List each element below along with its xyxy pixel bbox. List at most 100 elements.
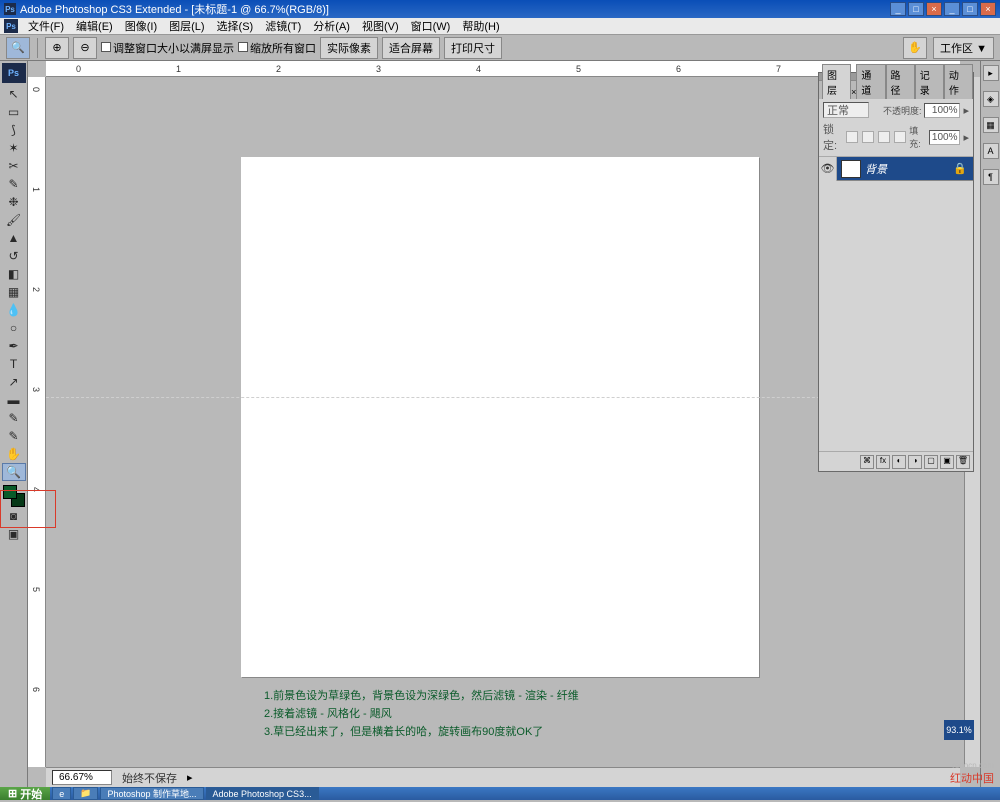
panel-tabs: 图层 × 通道 路径 记录 动作 [819, 81, 973, 99]
layer-list: 👁 背景 🔒 [819, 157, 973, 451]
zoom-out-icon[interactable]: ⊖ [73, 37, 97, 59]
pen-tool[interactable]: ✒ [2, 337, 26, 355]
new-layer-icon[interactable]: ▣ [940, 455, 954, 469]
zoom-tool[interactable]: 🔍 [2, 463, 26, 481]
crop-tool[interactable]: ✂ [2, 157, 26, 175]
dock-expand-icon[interactable]: ▸ [983, 65, 999, 81]
link-icon[interactable]: ⌘ [860, 455, 874, 469]
zoom-field[interactable]: 66.67% [52, 770, 112, 785]
layer-name: 背景 [865, 161, 887, 177]
lasso-tool[interactable]: ⟆ [2, 121, 26, 139]
path-tool[interactable]: ↗ [2, 373, 26, 391]
layer-thumbnail[interactable] [841, 160, 861, 178]
opt-zoomall-check[interactable]: 缩放所有窗口 [238, 40, 316, 56]
fx-icon[interactable]: fx [876, 455, 890, 469]
navigator-zoom[interactable]: 93.1% [944, 720, 974, 740]
trash-icon[interactable]: 🗑 [956, 455, 970, 469]
ps-icon: Ps [4, 19, 18, 33]
maximize-button[interactable]: □ [908, 2, 924, 16]
eraser-tool[interactable]: ◧ [2, 265, 26, 283]
fit-screen-button[interactable]: 适合屏幕 [382, 37, 440, 59]
minimize-button[interactable]: _ [890, 2, 906, 16]
visibility-icon[interactable]: 👁 [819, 157, 837, 181]
taskbar: ⊞开始 e 📁 Photoshop 制作草地... Adobe Photosho… [0, 787, 1000, 800]
opt-resize-check[interactable]: 调整窗口大小以满屏显示 [101, 40, 234, 56]
doc-info-arrow[interactable]: ▸ [187, 771, 193, 784]
taskbar-item-2[interactable]: Adobe Photoshop CS3... [206, 787, 319, 800]
fill-field[interactable]: 100% [929, 130, 961, 145]
doc-maximize-button[interactable]: □ [962, 2, 978, 16]
gradient-tool[interactable]: ▦ [2, 283, 26, 301]
notes-tool[interactable]: ✎ [2, 409, 26, 427]
toolbox-header[interactable]: Ps [2, 63, 26, 83]
type-tool[interactable]: T [2, 355, 26, 373]
dock-char-icon[interactable]: A [983, 143, 999, 159]
hand-icon[interactable]: ✋ [903, 37, 927, 59]
tab-paths[interactable]: 路径 [886, 64, 915, 99]
lock-pixels-icon[interactable] [862, 131, 874, 143]
print-size-button[interactable]: 打印尺寸 [444, 37, 502, 59]
blur-tool[interactable]: 💧 [2, 301, 26, 319]
shape-tool[interactable]: ▬ [2, 391, 26, 409]
doc-minimize-button[interactable]: _ [944, 2, 960, 16]
dock-color-icon[interactable]: ▦ [983, 117, 999, 133]
tab-actions[interactable]: 动作 [944, 64, 973, 99]
hand-tool[interactable]: ✋ [2, 445, 26, 463]
menu-view[interactable]: 视图(V) [356, 17, 405, 35]
layers-panel: 图层 × 通道 路径 记录 动作 正常 不透明度: 100% ▸ 锁定: 填充:… [818, 72, 974, 472]
marquee-tool[interactable]: ▭ [2, 103, 26, 121]
fill-arrow-icon[interactable]: ▸ [963, 131, 969, 144]
toolbox: Ps ↖ ▭ ⟆ ✶ ✂ ✎ ❉ 🖌 ▲ ↺ ◧ ▦ 💧 ○ ✒ T ↗ ▬ ✎… [0, 61, 28, 787]
doc-close-button[interactable]: × [980, 2, 996, 16]
history-brush-tool[interactable]: ↺ [2, 247, 26, 265]
dock-navigator-icon[interactable]: ◈ [983, 91, 999, 107]
stamp-tool[interactable]: ▲ [2, 229, 26, 247]
zoom-tool-icon[interactable]: 🔍 [6, 37, 30, 59]
tab-history[interactable]: 记录 [915, 64, 944, 99]
opacity-field[interactable]: 100% [924, 103, 960, 118]
start-button[interactable]: ⊞开始 [0, 787, 50, 800]
move-tool[interactable]: ↖ [2, 85, 26, 103]
mask-icon[interactable]: ◐ [892, 455, 906, 469]
tutorial-highlight [0, 490, 56, 528]
brush-tool[interactable]: 🖌 [2, 211, 26, 229]
dock-paragraph-icon[interactable]: ¶ [983, 169, 999, 185]
zoom-in-icon[interactable]: ⊕ [45, 37, 69, 59]
lock-position-icon[interactable] [878, 131, 890, 143]
tab-layers[interactable]: 图层 [822, 64, 851, 99]
taskbar-item-1[interactable]: Photoshop 制作草地... [100, 787, 203, 800]
window-title: Adobe Photoshop CS3 Extended - [未标题-1 @ … [20, 1, 890, 17]
slice-tool[interactable]: ✎ [2, 175, 26, 193]
menu-analysis[interactable]: 分析(A) [307, 17, 356, 35]
menu-window[interactable]: 窗口(W) [405, 17, 457, 35]
menu-help[interactable]: 帮助(H) [456, 17, 505, 35]
menu-filter[interactable]: 滤镜(T) [259, 17, 307, 35]
lock-transparency-icon[interactable] [846, 131, 858, 143]
layer-item[interactable]: 👁 背景 🔒 [819, 157, 973, 181]
workspace-dropdown[interactable]: 工作区 ▼ [933, 37, 994, 59]
blend-mode-select[interactable]: 正常 [823, 102, 869, 118]
taskbar-folder-icon[interactable]: 📁 [73, 787, 98, 800]
lock-all-icon[interactable] [894, 131, 906, 143]
opacity-arrow-icon[interactable]: ▸ [963, 104, 969, 117]
canvas[interactable] [241, 157, 759, 677]
healing-tool[interactable]: ❉ [2, 193, 26, 211]
wand-tool[interactable]: ✶ [2, 139, 26, 157]
tab-channels[interactable]: 通道 [856, 64, 885, 99]
close-button[interactable]: × [926, 2, 942, 16]
dodge-tool[interactable]: ○ [2, 319, 26, 337]
folder-icon[interactable]: ▢ [924, 455, 938, 469]
options-bar: 🔍 ⊕ ⊖ 调整窗口大小以满屏显示 缩放所有窗口 实际像素 适合屏幕 打印尺寸 … [0, 35, 1000, 61]
ruler-vertical[interactable]: 0 1 2 3 4 5 6 [28, 77, 46, 767]
eyedropper-tool[interactable]: ✎ [2, 427, 26, 445]
taskbar-ie-icon[interactable]: e [52, 787, 71, 800]
actual-pixels-button[interactable]: 实际像素 [320, 37, 378, 59]
menu-edit[interactable]: 编辑(E) [70, 17, 119, 35]
menu-image[interactable]: 图像(I) [119, 17, 163, 35]
menu-select[interactable]: 选择(S) [211, 17, 260, 35]
opacity-label: 不透明度: [883, 104, 922, 117]
menu-file[interactable]: 文件(F) [22, 17, 70, 35]
menu-layer[interactable]: 图层(L) [163, 17, 210, 35]
adjustment-icon[interactable]: ◑ [908, 455, 922, 469]
instructions-text: 1.前景色设为草绿色，背景色设为深绿色，然后滤镜 - 渲染 - 纤维 2.接着滤… [264, 687, 579, 741]
